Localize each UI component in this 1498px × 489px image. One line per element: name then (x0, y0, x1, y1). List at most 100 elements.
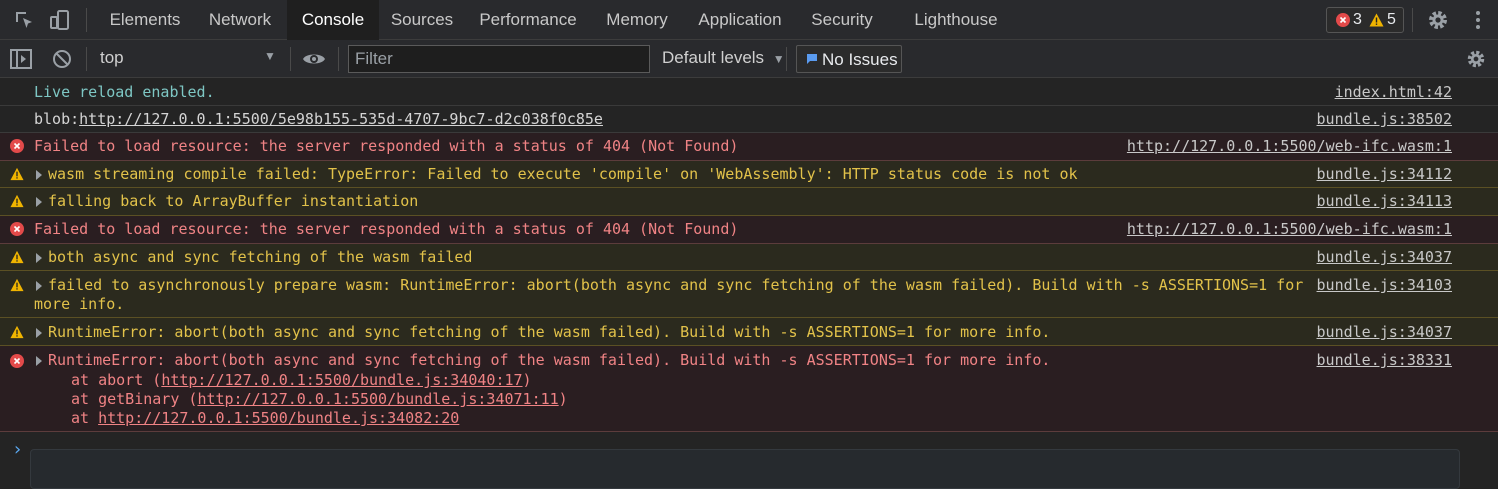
device-toolbar-icon[interactable] (48, 8, 72, 32)
console-settings-gear-icon[interactable] (1465, 48, 1487, 70)
divider (786, 47, 787, 71)
stack-frame-prefix: at getBinary ( (71, 390, 198, 408)
source-link[interactable]: http://127.0.0.1:5500/web-ifc.wasm:1 (1127, 137, 1452, 156)
console-input[interactable] (30, 449, 1460, 489)
message-text-continued: more info. (34, 295, 125, 313)
stack-frame-link[interactable]: http://127.0.0.1:5500/bundle.js:34082:20 (98, 409, 459, 427)
console-message-warning: wasm streaming compile failed: TypeError… (0, 161, 1498, 188)
tab-security[interactable]: Security (798, 0, 886, 40)
error-icon (10, 222, 24, 236)
chevron-down-icon: ▼ (772, 52, 785, 66)
error-count: 3 (1353, 11, 1362, 28)
tab-application[interactable]: Application (684, 0, 796, 40)
console-message-warning: falling back to ArrayBuffer instantiatio… (0, 188, 1498, 216)
stack-frame-suffix: ) (558, 390, 568, 408)
issues-label: No Issues (822, 50, 898, 69)
stack-frame-suffix: ) (522, 371, 532, 389)
expand-triangle-icon[interactable] (36, 253, 42, 263)
divider (86, 8, 87, 32)
console-message-warning: failed to asynchronously prepare wasm: R… (0, 271, 1498, 318)
source-link[interactable]: bundle.js:38331 (1317, 351, 1452, 370)
stack-frame-link[interactable]: http://127.0.0.1:5500/bundle.js:34071:11 (197, 390, 558, 408)
warning-icon (10, 250, 24, 264)
filter-input[interactable] (348, 45, 650, 73)
error-icon (1336, 13, 1350, 27)
source-link[interactable]: bundle.js:34103 (1317, 276, 1452, 295)
warning-icon (10, 278, 24, 292)
more-menu-icon[interactable] (1466, 8, 1490, 32)
expand-triangle-icon[interactable] (36, 281, 42, 291)
divider (1412, 8, 1413, 32)
context-value: top (100, 48, 124, 67)
blob-url-link[interactable]: http://127.0.0.1:5500/5e98b155-535d-4707… (79, 110, 603, 128)
tab-network[interactable]: Network (196, 0, 284, 40)
warning-icon (10, 325, 24, 339)
tab-sources[interactable]: Sources (381, 0, 463, 40)
message-text: failed to asynchronously prepare wasm: R… (48, 276, 1304, 294)
log-levels-label: Default levels (662, 48, 765, 67)
source-link[interactable]: index.html:42 (1335, 83, 1452, 102)
message-text: falling back to ArrayBuffer instantiatio… (48, 192, 419, 210)
message-text: Failed to load resource: the server resp… (34, 220, 739, 238)
context-selector[interactable]: top ▼ (100, 48, 280, 70)
source-link[interactable]: bundle.js:34113 (1317, 192, 1452, 211)
warning-icon (10, 194, 24, 208)
divider (338, 47, 339, 71)
error-icon (10, 139, 24, 153)
stack-frame-prefix: at (71, 409, 99, 427)
tab-console[interactable]: Console (287, 0, 379, 40)
devtools-tab-bar: Elements Network Console Sources Perform… (0, 0, 1498, 40)
console-messages: Live reload enabled. index.html:42 blob:… (0, 79, 1498, 489)
chevron-down-icon: ▼ (264, 49, 276, 63)
expand-triangle-icon[interactable] (36, 356, 42, 366)
live-expression-eye-icon[interactable] (302, 51, 326, 67)
source-link[interactable]: bundle.js:34112 (1317, 165, 1452, 184)
message-text: Live reload enabled. (34, 83, 215, 101)
issues-flag-icon (807, 54, 817, 64)
expand-triangle-icon[interactable] (36, 170, 42, 180)
source-link[interactable]: bundle.js:34037 (1317, 323, 1452, 342)
console-message-log: blob:http://127.0.0.1:5500/5e98b155-535d… (0, 106, 1498, 133)
console-toolbar: top ▼ Default levels ▼ No Issues (0, 40, 1498, 78)
console-message-warning: both async and sync fetching of the wasm… (0, 244, 1498, 271)
sidebar-toggle-icon[interactable] (10, 49, 32, 69)
message-text: wasm streaming compile failed: TypeError… (48, 165, 1078, 183)
divider (86, 47, 87, 71)
tab-performance[interactable]: Performance (466, 0, 590, 40)
tab-memory[interactable]: Memory (593, 0, 681, 40)
issue-counts-button[interactable]: 3 5 (1326, 7, 1404, 33)
console-prompt-icon: › (12, 439, 23, 460)
console-message-error: Failed to load resource: the server resp… (0, 216, 1498, 244)
message-text: Failed to load resource: the server resp… (34, 137, 739, 155)
warning-icon (10, 167, 24, 181)
source-link[interactable]: bundle.js:34037 (1317, 248, 1452, 267)
message-text: both async and sync fetching of the wasm… (48, 248, 473, 266)
tab-lighthouse[interactable]: Lighthouse (902, 0, 1010, 40)
source-link[interactable]: bundle.js:38502 (1317, 110, 1452, 129)
blob-prefix: blob: (34, 110, 80, 128)
message-text: RuntimeError: abort(both async and sync … (48, 323, 1051, 341)
warning-icon (1369, 13, 1384, 27)
tab-elements[interactable]: Elements (98, 0, 192, 40)
warning-count: 5 (1387, 11, 1396, 28)
console-message-error: Failed to load resource: the server resp… (0, 133, 1498, 161)
expand-triangle-icon[interactable] (36, 328, 42, 338)
message-text: blob:http://127.0.0.1:5500/5e98b155-535d… (34, 110, 603, 129)
stack-frame: at http://127.0.0.1:5500/bundle.js:34082… (71, 409, 459, 428)
console-message-error: RuntimeError: abort(both async and sync … (0, 346, 1498, 432)
stack-frame-link[interactable]: http://127.0.0.1:5500/bundle.js:34040:17 (161, 371, 522, 389)
console-message-info: Live reload enabled. index.html:42 (0, 79, 1498, 106)
clear-console-icon[interactable] (52, 49, 72, 69)
inspect-element-icon[interactable] (12, 8, 36, 32)
stack-frame: at abort (http://127.0.0.1:5500/bundle.j… (71, 371, 532, 390)
settings-gear-icon[interactable] (1426, 8, 1450, 32)
issues-button[interactable]: No Issues (796, 45, 902, 73)
error-icon (10, 354, 24, 368)
expand-triangle-icon[interactable] (36, 197, 42, 207)
source-link[interactable]: http://127.0.0.1:5500/web-ifc.wasm:1 (1127, 220, 1452, 239)
stack-frame-prefix: at abort ( (71, 371, 162, 389)
console-message-warning: RuntimeError: abort(both async and sync … (0, 318, 1498, 346)
stack-frame: at getBinary (http://127.0.0.1:5500/bund… (71, 390, 568, 409)
log-levels-dropdown[interactable]: Default levels ▼ (662, 48, 785, 68)
divider (290, 47, 291, 71)
